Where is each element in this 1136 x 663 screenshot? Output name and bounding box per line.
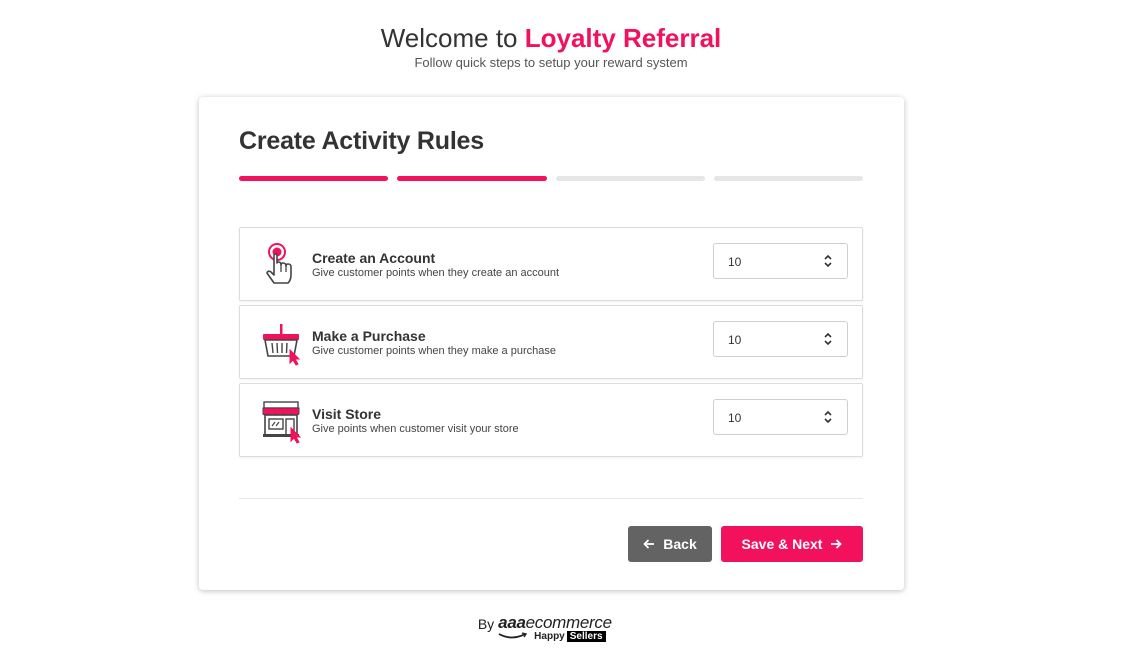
storefront-icon	[262, 401, 302, 444]
arrow-right-icon	[831, 539, 843, 549]
rule-visit-store: Visit Store Give points when customer vi…	[239, 383, 863, 457]
click-hand-icon	[266, 243, 292, 284]
logo-wordmark: aaaecommerce	[498, 613, 612, 632]
divider	[239, 498, 863, 499]
page-title: Welcome to Loyalty Referral	[0, 22, 1102, 54]
back-button[interactable]: Back	[628, 526, 712, 562]
save-next-button-label: Save & Next	[741, 536, 823, 552]
spinner-icon[interactable]	[823, 410, 833, 424]
shopping-basket-icon	[263, 324, 301, 366]
activity-rules-list: Create an Account Give customer points w…	[239, 227, 863, 461]
rule-description: Give points when customer visit your sto…	[312, 423, 519, 435]
back-button-label: Back	[663, 536, 697, 552]
rule-description: Give customer points when they create an…	[312, 267, 560, 279]
title-prefix: Welcome to	[380, 23, 518, 53]
save-next-button[interactable]: Save & Next	[721, 526, 863, 562]
points-input-visit-store[interactable]: 10	[713, 399, 848, 435]
card-title: Create Activity Rules	[239, 127, 484, 155]
logo-tagline: Happy Sellers	[534, 631, 606, 642]
setup-card: Create Activity Rules Create an Account …	[199, 97, 904, 590]
page-subtitle: Follow quick steps to setup your reward …	[414, 55, 688, 70]
rule-description: Give customer points when they make a pu…	[312, 345, 556, 357]
rule-create-account: Create an Account Give customer points w…	[239, 227, 863, 301]
points-input-make-purchase[interactable]: 10	[713, 321, 848, 357]
footer-by: By	[477, 616, 495, 632]
aaaecommerce-logo: aaaecommerce Happy Sellers	[498, 613, 624, 647]
rule-title: Make a Purchase	[312, 328, 426, 344]
spinner-icon[interactable]	[823, 332, 833, 346]
rule-title: Create an Account	[312, 250, 436, 266]
progress-steps	[239, 176, 863, 181]
points-input-create-account[interactable]: 10	[713, 243, 848, 279]
points-value: 10	[728, 333, 742, 347]
brand-name: Loyalty Referral	[524, 23, 722, 53]
points-value: 10	[728, 255, 742, 269]
progress-step-2	[397, 176, 547, 181]
progress-step-3	[555, 176, 705, 181]
rule-make-purchase: Make a Purchase Give customer points whe…	[239, 305, 863, 379]
progress-step-1	[239, 176, 389, 181]
smile-arrow-icon	[498, 632, 528, 639]
footer: By aaaecommerce Happy Sellers	[0, 613, 1102, 647]
progress-step-4	[713, 176, 863, 181]
page-header: Welcome to Loyalty Referral Follow quick…	[0, 22, 1102, 70]
points-value: 10	[728, 411, 742, 425]
spinner-icon[interactable]	[823, 254, 833, 268]
rule-title: Visit Store	[312, 406, 381, 422]
arrow-left-icon	[643, 539, 655, 549]
